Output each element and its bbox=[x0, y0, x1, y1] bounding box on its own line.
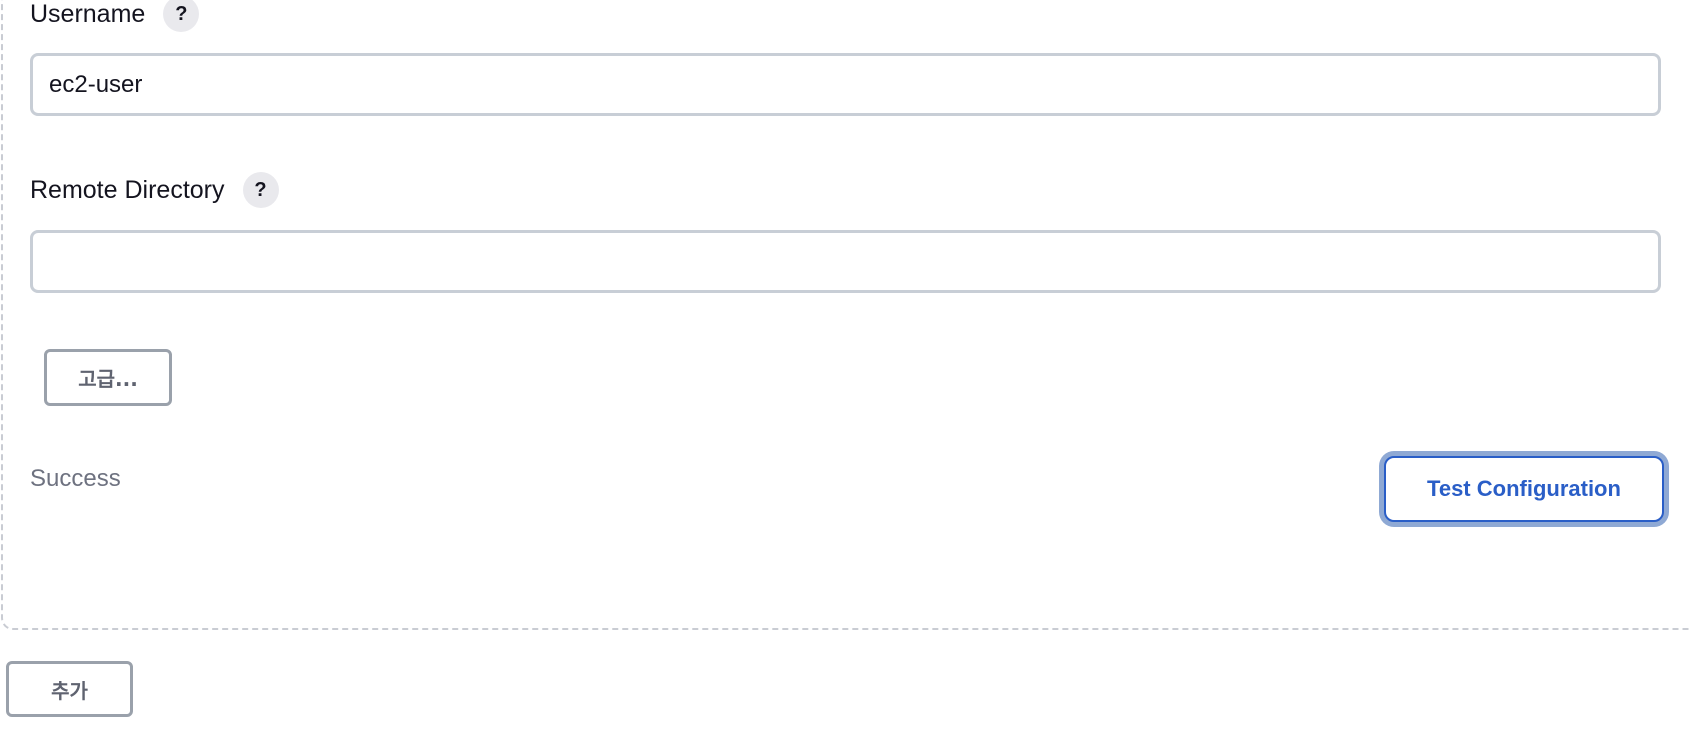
username-help-icon[interactable]: ? bbox=[163, 0, 200, 32]
remote-directory-label-row: Remote Directory ? bbox=[30, 170, 279, 210]
advanced-button[interactable]: 고급... bbox=[44, 349, 172, 406]
username-label: Username bbox=[30, 0, 146, 28]
username-label-row: Username ? bbox=[30, 0, 200, 34]
test-status-text: Success bbox=[30, 465, 121, 492]
username-input[interactable] bbox=[30, 53, 1661, 116]
remote-directory-label: Remote Directory bbox=[30, 175, 225, 204]
test-configuration-button[interactable]: Test Configuration bbox=[1384, 456, 1664, 522]
remote-directory-help-icon[interactable]: ? bbox=[242, 172, 279, 208]
remote-directory-input[interactable] bbox=[30, 230, 1661, 293]
add-button[interactable]: 추가 bbox=[6, 661, 133, 717]
